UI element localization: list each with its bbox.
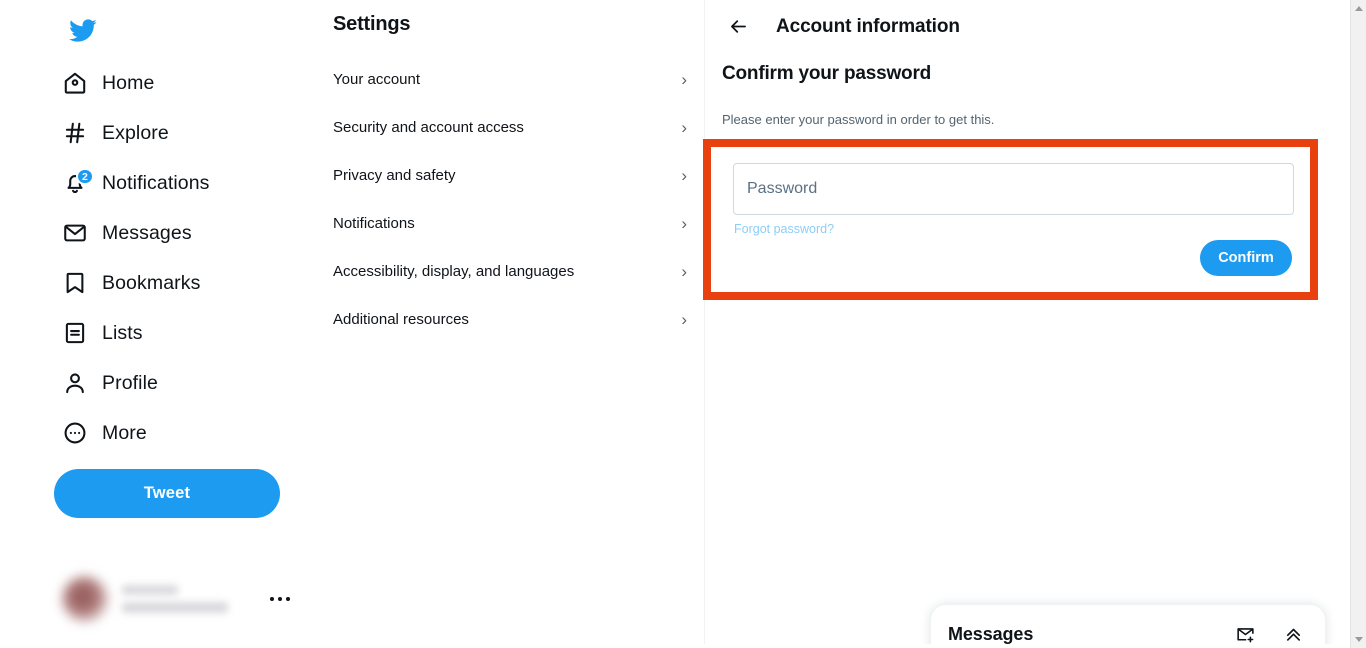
sidebar-item-home[interactable]: Home (54, 58, 304, 108)
chevron-right-icon: › (681, 309, 687, 329)
chevron-right-icon: › (681, 261, 687, 281)
scrollbar-down-arrow[interactable] (1351, 631, 1366, 648)
list-icon (54, 320, 96, 346)
settings-list: Your account › Security and account acce… (318, 55, 705, 343)
sidebar-item-label: Lists (102, 321, 143, 344)
account-name-redacted (122, 585, 228, 613)
sidebar-item-profile[interactable]: Profile (54, 358, 304, 408)
chevron-right-icon: › (681, 165, 687, 185)
account-switcher[interactable] (54, 568, 302, 630)
forgot-password-link[interactable]: Forgot password? (734, 222, 834, 236)
chevron-right-icon: › (681, 213, 687, 233)
sidebar-item-label: Home (102, 71, 155, 94)
highlight-annotation-box: Forgot password? Confirm (703, 139, 1318, 300)
scrollbar-up-arrow[interactable] (1351, 0, 1366, 17)
notifications-badge: 2 (76, 168, 94, 185)
messages-dock-title: Messages (948, 623, 1034, 644)
chevron-right-icon: › (681, 69, 687, 89)
person-icon (54, 370, 96, 396)
sidebar-item-label: Profile (102, 371, 158, 394)
settings-row-your-account[interactable]: Your account › (318, 55, 705, 103)
settings-row-privacy-and-safety[interactable]: Privacy and safety › (318, 151, 705, 199)
messages-dock[interactable]: Messages (930, 604, 1326, 648)
home-icon (54, 70, 96, 96)
sidebar-item-label: More (102, 421, 147, 444)
password-field-wrapper[interactable] (733, 163, 1294, 215)
sidebar-item-label: Explore (102, 121, 169, 144)
settings-row-label: Security and account access (333, 118, 524, 136)
confirm-button[interactable]: Confirm (1200, 240, 1292, 276)
sidebar-item-label: Notifications (102, 171, 210, 194)
arrow-left-icon[interactable] (720, 9, 756, 45)
bell-icon: 2 (54, 168, 96, 196)
bookmark-icon (54, 270, 96, 296)
main-panel: Account information Confirm your passwor… (706, 0, 1340, 648)
sidebar-nav-list: Home Explore 2 Notifications Messages Bo… (54, 58, 304, 458)
settings-row-label: Privacy and safety (333, 166, 456, 184)
envelope-icon (54, 220, 96, 246)
main-header: Account information (706, 0, 1340, 53)
twitter-logo[interactable] (62, 10, 102, 50)
hashtag-icon (54, 120, 96, 146)
avatar (62, 576, 108, 622)
vertical-scrollbar[interactable] (1350, 0, 1366, 648)
tweet-button[interactable]: Tweet (54, 469, 280, 518)
more-circle-icon (54, 420, 96, 446)
sidebar-item-notifications[interactable]: 2 Notifications (54, 158, 304, 208)
sidebar-item-more[interactable]: More (54, 408, 304, 458)
main-header-title: Account information (776, 15, 960, 37)
settings-row-label: Accessibility, display, and languages (333, 262, 575, 280)
ellipsis-icon[interactable] (270, 597, 290, 601)
sidebar-item-explore[interactable]: Explore (54, 108, 304, 158)
sidebar-item-bookmarks[interactable]: Bookmarks (54, 258, 304, 308)
settings-row-security-and-account-access[interactable]: Security and account access › (318, 103, 705, 151)
sidebar-item-label: Bookmarks (102, 271, 201, 294)
confirm-password-heading: Confirm your password (722, 63, 932, 84)
settings-row-label: Additional resources (333, 310, 469, 328)
settings-row-label: Notifications (333, 214, 415, 232)
password-input[interactable] (747, 180, 1280, 198)
bottom-edge (0, 644, 1350, 648)
page-title: Settings (333, 13, 411, 35)
settings-column: Settings Your account › Security and acc… (318, 0, 705, 648)
settings-row-label: Your account (333, 70, 421, 88)
sidebar-item-label: Messages (102, 221, 192, 244)
sidebar-item-lists[interactable]: Lists (54, 308, 304, 358)
settings-row-additional-resources[interactable]: Additional resources › (318, 295, 705, 343)
settings-row-accessibility-display-and-languages[interactable]: Accessibility, display, and languages › (318, 247, 705, 295)
left-sidebar: Home Explore 2 Notifications Messages Bo… (0, 0, 318, 648)
sidebar-item-messages[interactable]: Messages (54, 208, 304, 258)
settings-row-notifications[interactable]: Notifications › (318, 199, 705, 247)
twitter-settings-page: Home Explore 2 Notifications Messages Bo… (0, 0, 1366, 648)
chevron-right-icon: › (681, 117, 687, 137)
confirm-password-subtext: Please enter your password in order to g… (722, 112, 995, 127)
